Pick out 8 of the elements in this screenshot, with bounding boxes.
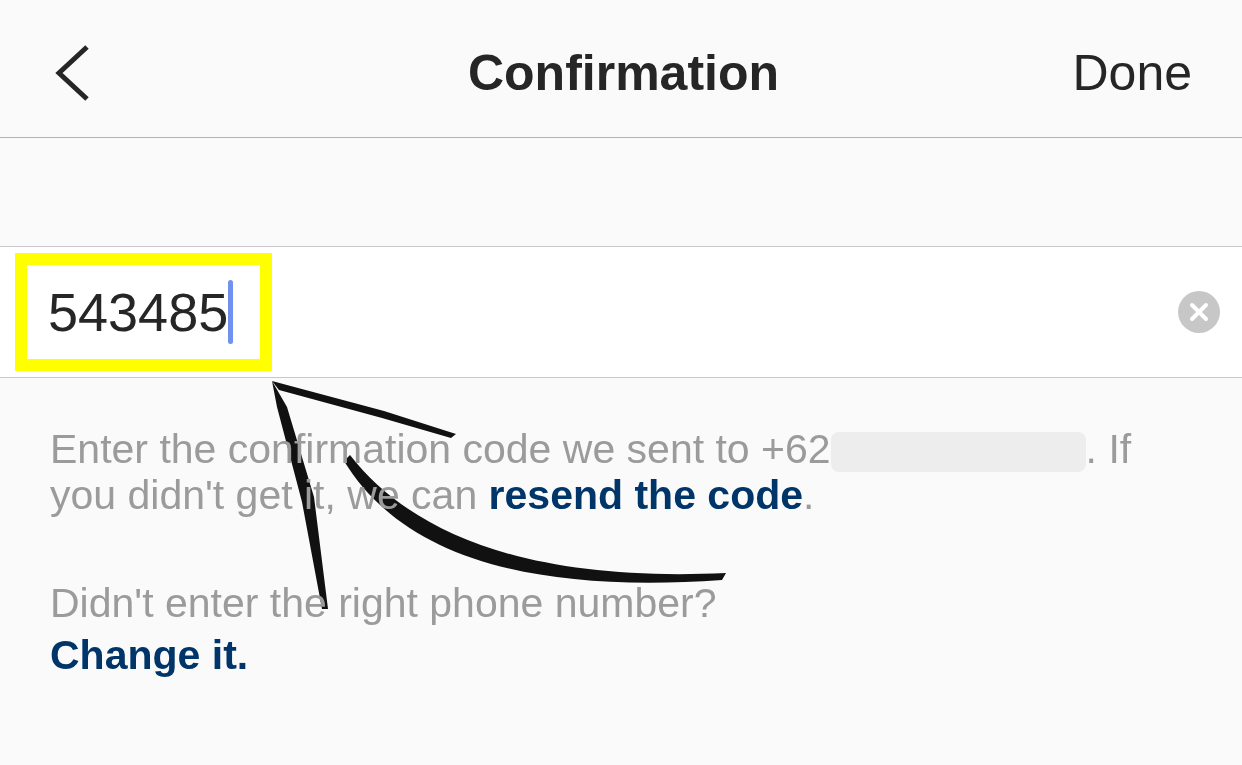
back-icon [55,44,89,101]
phone-question-text: Didn't enter the right phone number? [50,580,718,626]
back-button[interactable] [55,44,89,101]
done-button[interactable]: Done [1072,47,1192,98]
code-input[interactable]: 543485 [48,280,229,344]
screen-title: Confirmation [467,47,780,98]
change-number-link[interactable]: Change it. [50,632,249,678]
resend-code-link[interactable]: resend the code [488,472,804,518]
